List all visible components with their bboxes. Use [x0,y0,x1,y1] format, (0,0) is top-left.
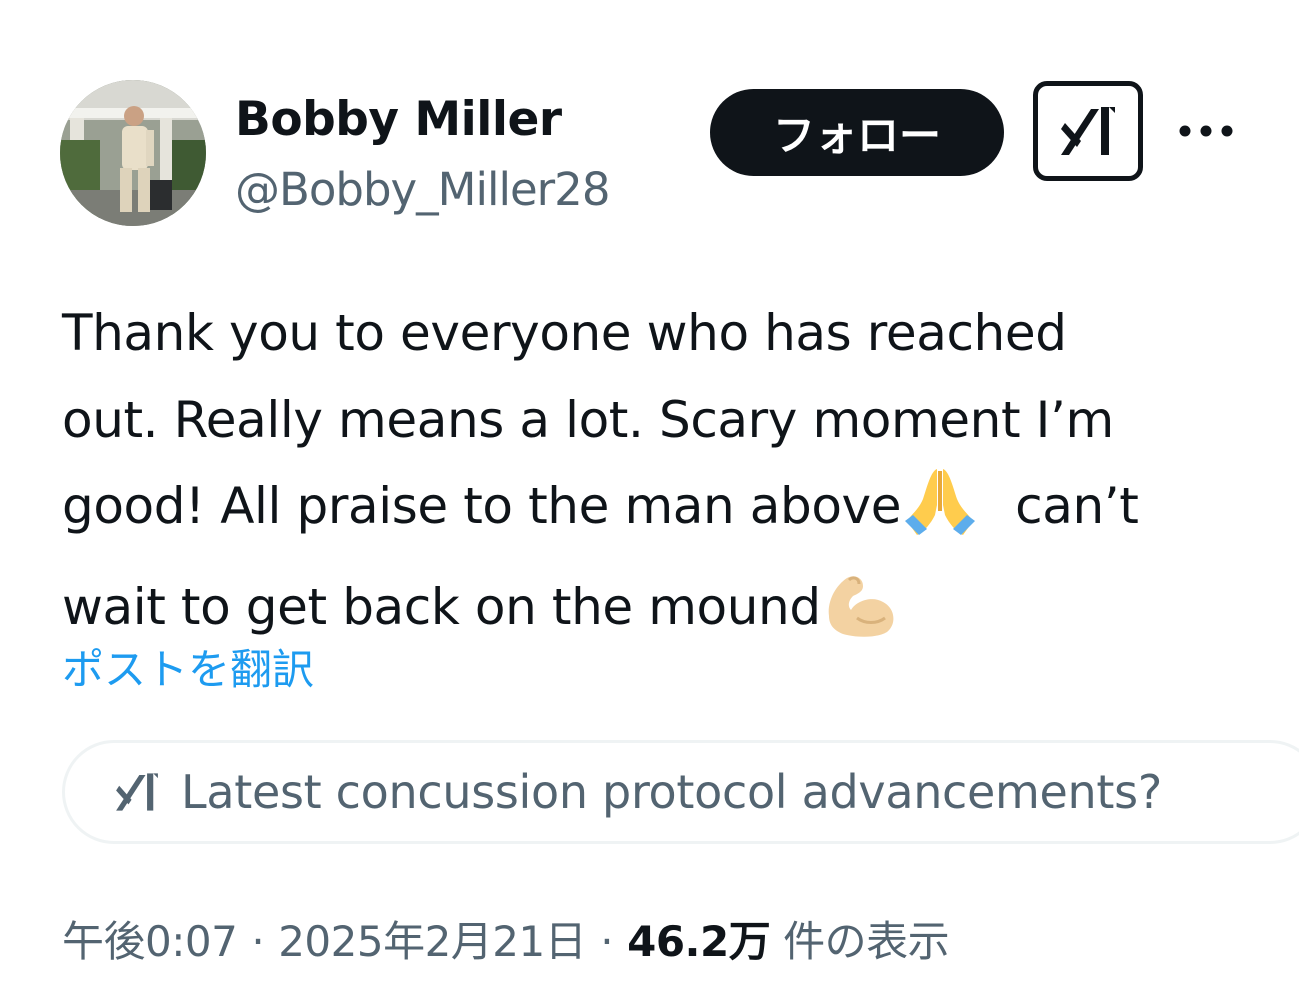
translate-post-link[interactable]: ポストを翻訳 [62,640,314,700]
tweet-text-segment: good! All praise to the man above [62,477,902,535]
user-handle[interactable]: @Bobby_Miller28 [235,162,610,218]
tweet-line: out. Really means a lot. Scary moment I’… [62,390,1114,449]
more-horizontal-icon [1179,125,1233,137]
grok-icon [1061,107,1115,155]
tweet-meta: 午後0:07 · 2025年2月21日 · 46.2万 件の表示 [62,910,950,974]
views-label[interactable]: 件の表示 [783,917,950,966]
meta-separator: · [251,917,265,966]
grok-button[interactable] [1033,81,1143,181]
grok-prompt-button[interactable]: Latest concussion protocol advancements? [62,740,1299,844]
tweet-time[interactable]: 午後0:07 [62,917,238,966]
more-button[interactable] [1175,112,1237,150]
meta-separator: · [600,917,614,966]
grok-prompt-text: Latest concussion protocol advancements? [181,765,1162,819]
display-name[interactable]: Bobby Miller [235,92,562,148]
tweet-line: Thank you to everyone who has reached [62,304,1067,362]
tweet-text-segment: wait to get back on the mound [62,577,821,636]
profile-photo [60,80,206,226]
follow-button[interactable]: フォロー [710,89,1004,176]
tweet-text-segment: can’t [1015,477,1139,535]
tweet-date[interactable]: 2025年2月21日 [278,917,587,966]
views-count[interactable]: 46.2万 [627,917,771,966]
folded-hands-emoji [901,465,979,564]
tweet-text: Thank you to everyone who has reached ou… [62,290,1262,664]
avatar[interactable] [60,80,206,226]
grok-icon [116,773,158,811]
flexed-biceps-emoji [821,566,899,665]
tweet-line-with-emoji: good! All praise to the man above can’t [62,463,1262,564]
